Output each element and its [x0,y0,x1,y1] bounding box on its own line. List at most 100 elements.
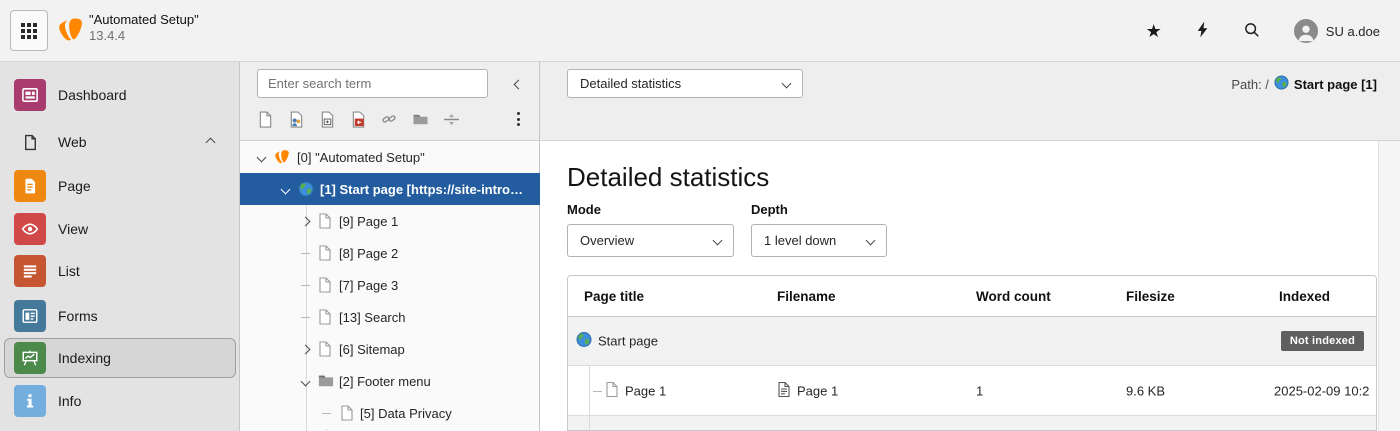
table-row-page-1[interactable]: Page 1 Page 1 1 9.6 KB 2025-02-09 10:2 [568,366,1376,416]
page-icon [318,277,334,293]
row-filename: Page 1 [797,383,838,398]
sidebar-item-list[interactable]: List [0,251,240,291]
globe-icon [298,181,314,197]
function-menu-select[interactable]: Detailed statistics [567,69,803,98]
new-backend-user-section-icon[interactable] [287,109,305,129]
sidebar-item-info[interactable]: Info [0,381,240,421]
tree-search-input[interactable] [257,69,488,98]
clear-cache-button[interactable] [1190,11,1216,51]
sidebar-item-view[interactable]: View [0,209,240,249]
scrollbar[interactable] [1378,141,1400,431]
list-module-icon [14,255,46,287]
search-button[interactable] [1238,11,1266,51]
site-title: "Automated Setup" [89,12,199,28]
page-title: Detailed statistics [567,162,769,193]
page-module-icon [14,170,46,202]
sidebar-item-web[interactable]: Web [0,122,240,162]
statistics-table: Page title Filename Word count Filesize … [567,275,1377,431]
tree-node-label: [7] Page 3 [339,278,398,293]
typo3-version: 13.4.4 [89,28,199,44]
avatar [1294,19,1318,43]
globe-icon [576,332,592,351]
forms-module-icon [14,300,46,332]
page-icon [318,309,334,325]
table-cell-divider [589,416,590,431]
tree-node-root[interactable]: [0] "Automated Setup" [240,141,540,173]
tree-options-menu-button[interactable] [508,108,528,130]
chevron-down-icon[interactable] [257,152,267,162]
chevron-right-icon[interactable] [301,216,311,226]
path-label: Path: / [1231,77,1269,92]
depth-select-value: 1 level down [764,233,836,248]
not-indexed-badge: Not indexed [1281,331,1364,351]
grid-icon [21,23,37,39]
page-tree-toolbar [240,62,539,141]
chevron-down-icon[interactable] [301,376,311,386]
tree-node-label: [0] "Automated Setup" [297,150,425,165]
page-icon [318,341,334,357]
depth-label: Depth [751,202,788,217]
tree-node-footer-menu[interactable]: [2] Footer menu [240,365,540,397]
table-header-row: Page title Filename Word count Filesize … [568,276,1376,317]
tree-node-data-privacy[interactable]: [5] Data Privacy [240,397,540,429]
row-indexed-timestamp: 2025-02-09 10:2 [1274,383,1369,398]
column-header-filesize: Filesize [1126,289,1175,304]
new-mountpoint-page-icon[interactable] [349,109,367,129]
typo3-backend: "Automated Setup" 13.4.4 ★ SU a. [0,0,1400,431]
tree-node-label: [5] Data Privacy [360,406,452,421]
table-row-start-page[interactable]: Start page Not indexed [568,317,1376,366]
chevron-down-icon [866,236,876,246]
tree-node-page-2[interactable]: [8] Page 2 [240,237,540,269]
page-icon [318,213,334,229]
page-tree-panel: [0] "Automated Setup" [1] Start page [ht… [240,62,540,431]
bookmarks-button[interactable]: ★ [1140,11,1168,51]
chevron-down-icon [782,79,792,89]
tree-node-page-3[interactable]: [7] Page 3 [240,269,540,301]
page-icon [318,245,334,261]
tree-node-search[interactable]: [13] Search [240,301,540,333]
tree-node-label: [1] Start page [https://site-intro… [320,182,523,197]
topbar-toolbar: ★ SU a.doe [1140,0,1386,62]
new-spacer-icon[interactable] [442,109,460,129]
module-content: Detailed statistics Path: / Start page [… [540,62,1400,431]
row-page-title: Start page [598,334,658,349]
sidebar-item-page[interactable]: Page [0,166,240,206]
tree-node-start-page[interactable]: [1] Start page [https://site-intro… [240,173,540,205]
function-menu-value: Detailed statistics [580,76,681,91]
module-menu-toggle-button[interactable] [10,10,48,51]
tree-node-page-1[interactable]: [9] Page 1 [240,205,540,237]
tree-connector-dash [301,317,310,318]
tree-connector-dash [593,391,602,392]
column-header-filename: Filename [777,289,836,304]
tree-node-label: [9] Page 1 [339,214,398,229]
user-menu-button[interactable]: SU a.doe [1288,11,1386,51]
sidebar-item-forms[interactable]: Forms [0,296,240,336]
search-icon [1244,22,1260,41]
typo3-site-icon [274,149,290,165]
sidebar-item-indexing[interactable]: Indexing [0,338,240,378]
new-page-icon[interactable] [256,109,274,129]
tree-node-label: [13] Search [339,310,406,325]
docheader: Detailed statistics Path: / Start page [… [540,62,1400,141]
web-section-icon [14,126,46,158]
path-current-page[interactable]: Start page [1] [1294,77,1377,92]
chevron-down-icon[interactable] [281,184,291,194]
tree-connector-dash [301,285,310,286]
new-external-link-icon[interactable] [380,109,398,129]
row-filesize: 9.6 KB [1126,383,1165,398]
chevron-right-icon[interactable] [301,344,311,354]
sidebar-item-label: Forms [58,308,98,324]
sidebar-item-label: Indexing [58,350,111,366]
new-shortcut-page-icon[interactable] [318,109,336,129]
collapse-tree-button[interactable] [506,72,530,96]
sidebar-item-dashboard[interactable]: Dashboard [0,75,240,115]
page-tree: [0] "Automated Setup" [1] Start page [ht… [240,141,540,431]
tree-connector-dash [301,253,310,254]
info-module-icon [14,385,46,417]
globe-icon [1274,75,1289,93]
mode-select[interactable]: Overview [567,224,734,257]
tree-node-sitemap[interactable]: [6] Sitemap [240,333,540,365]
chevron-left-icon [513,79,523,89]
new-folder-icon[interactable] [411,109,429,129]
depth-select[interactable]: 1 level down [751,224,887,257]
